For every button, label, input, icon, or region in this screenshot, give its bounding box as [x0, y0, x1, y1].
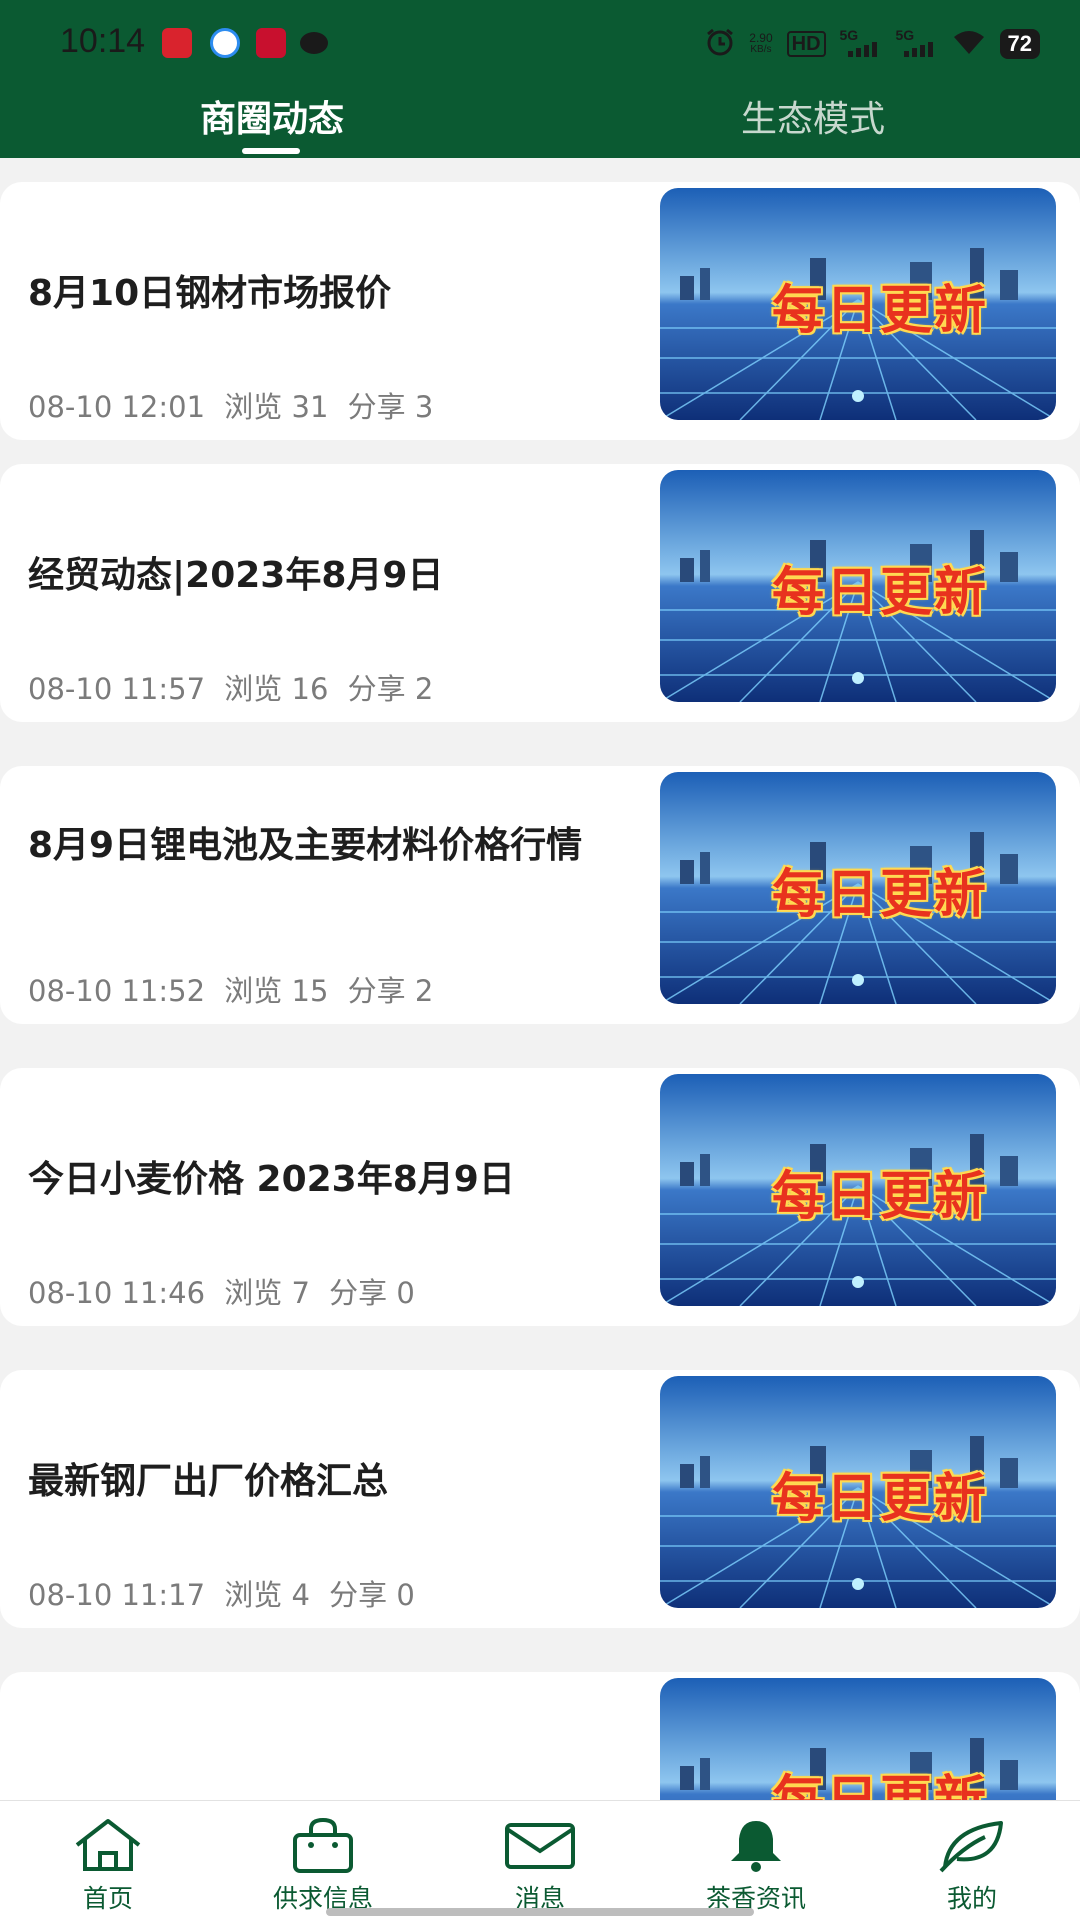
article-thumbnail: 每日更新: [660, 1376, 1056, 1608]
tab-business-news[interactable]: 商圈动态: [122, 90, 422, 142]
thumbnail-label: 每日更新: [771, 281, 988, 341]
article-card[interactable]: 今日小麦价格 2023年8月9日 08-10 11:46 浏览 7 分享 0 每…: [0, 1068, 1080, 1326]
wifi-icon: [952, 28, 986, 61]
tab-indicator: [242, 148, 300, 154]
article-title: 经贸动态|2023年8月9日: [28, 555, 444, 596]
article-thumbnail: 每日更新: [660, 772, 1056, 1004]
article-date: 08-10 11:52: [28, 974, 206, 1008]
signal-label: 5G: [839, 27, 859, 43]
home-icon: [71, 1817, 145, 1873]
nav-home[interactable]: 首页: [38, 1817, 178, 1915]
chat-icon: [300, 32, 328, 54]
article-card[interactable]: 经贸动态|2023年8月9日 08-10 11:57 浏览 16 分享 2 每日…: [0, 464, 1080, 722]
article-list: 8月10日钢材市场报价 08-10 12:01 浏览 31 分享 3 每日更新 …: [0, 158, 1080, 1800]
home-indicator[interactable]: [326, 1908, 754, 1916]
article-meta: 08-10 11:52 浏览 15 分享 2: [28, 968, 443, 1010]
thumbnail-label: 每日更新: [771, 865, 988, 925]
article-thumbnail: 每日更新: [660, 1074, 1056, 1306]
tab-eco-mode[interactable]: 生态模式: [663, 90, 963, 142]
signal-icon: 5G: [839, 27, 882, 59]
article-views: 浏览 7: [224, 1276, 310, 1310]
status-icons: 2.90 KB/s HD 5G 5G 72: [705, 26, 1040, 62]
bag-icon: [286, 1817, 360, 1873]
leaf-icon: [935, 1817, 1009, 1873]
article-meta: 08-10 12:01 浏览 31 分享 3: [28, 384, 443, 426]
hd-icon: HD: [786, 31, 826, 57]
app-notification-icon: [162, 28, 192, 58]
article-meta: 08-10 11:17 浏览 4 分享 0: [28, 1572, 425, 1614]
app-notification-icon: [256, 28, 286, 58]
signal-label: 5G: [895, 27, 915, 43]
article-card[interactable]: 最新钢厂出厂价格汇总 08-10 11:17 浏览 4 分享 0 每日更新: [0, 1370, 1080, 1628]
article-date: 08-10 11:46: [28, 1276, 206, 1310]
article-title: 8月9日锂电池及主要材料价格行情: [28, 825, 583, 866]
tab-bar: 商圈动态 生态模式: [0, 86, 1080, 158]
article-card[interactable]: 8月10日钢材市场报价 08-10 12:01 浏览 31 分享 3 每日更新: [0, 182, 1080, 440]
article-thumbnail: 每日更新: [660, 1678, 1056, 1800]
header: 10:14 2.90 KB/s HD 5G 5G 72 商圈动态 生态模式: [0, 0, 1080, 158]
thumbnail-label: 每日更新: [771, 563, 988, 623]
article-card[interactable]: 每日更新: [0, 1672, 1080, 1800]
article-shares: 分享 3: [347, 390, 434, 424]
article-shares: 分享 0: [329, 1276, 415, 1310]
article-title: 8月10日钢材市场报价: [28, 273, 392, 314]
article-date: 08-10 12:01: [28, 390, 206, 424]
nav-tea-news[interactable]: 茶香资讯: [686, 1817, 826, 1915]
net-speed: 2.90 KB/s: [749, 32, 772, 56]
app: 10:14 2.90 KB/s HD 5G 5G 72 商圈动态 生态模式 8月…: [0, 0, 1080, 1920]
article-views: 浏览 4: [224, 1578, 310, 1612]
thumbnail-label: 每日更新: [720, 1758, 1040, 1800]
article-shares: 分享 0: [329, 1578, 415, 1612]
nav-messages[interactable]: 消息: [470, 1817, 610, 1915]
article-views: 浏览 15: [224, 974, 329, 1008]
thumbnail-label: 每日更新: [771, 1167, 988, 1227]
article-date: 08-10 11:57: [28, 672, 206, 706]
article-thumbnail: 每日更新: [660, 470, 1056, 702]
nav-profile[interactable]: 我的: [902, 1817, 1042, 1915]
article-card[interactable]: 8月9日锂电池及主要材料价格行情 08-10 11:52 浏览 15 分享 2: [0, 766, 1080, 1024]
thumbnail-label: 每日更新: [771, 1469, 988, 1529]
article-shares: 分享 2: [347, 672, 434, 706]
alarm-icon: [705, 27, 735, 62]
mail-icon: [503, 1817, 577, 1873]
battery-icon: 72: [999, 29, 1040, 59]
signal-icon: 5G: [895, 27, 938, 59]
bottom-nav: 首页 供求信息 消息 茶香资讯 我的: [0, 1800, 1080, 1920]
app-notification-icon: [210, 28, 240, 58]
article-thumbnail: 每日更新: [660, 188, 1056, 420]
status-bar: 10:14 2.90 KB/s HD 5G 5G 72: [0, 0, 1080, 86]
article-views: 浏览 31: [224, 390, 329, 424]
article-title: 最新钢厂出厂价格汇总: [28, 1461, 389, 1502]
article-meta: 08-10 11:46 浏览 7 分享 0: [28, 1270, 425, 1312]
nav-label: 首页: [82, 1884, 133, 1913]
article-date: 08-10 11:17: [28, 1578, 206, 1612]
article-meta: 08-10 11:57 浏览 16 分享 2: [28, 666, 443, 708]
article-shares: 分享 2: [347, 974, 434, 1008]
article-title: 今日小麦价格 2023年8月9日: [28, 1159, 515, 1200]
status-time: 10:14: [60, 22, 146, 60]
net-speed-value: 2.90: [749, 31, 773, 45]
bell-icon: [719, 1817, 793, 1873]
nav-supply-demand[interactable]: 供求信息: [253, 1817, 393, 1915]
article-views: 浏览 16: [224, 672, 329, 706]
nav-label: 我的: [946, 1884, 997, 1913]
net-speed-unit: KB/s: [750, 44, 772, 55]
